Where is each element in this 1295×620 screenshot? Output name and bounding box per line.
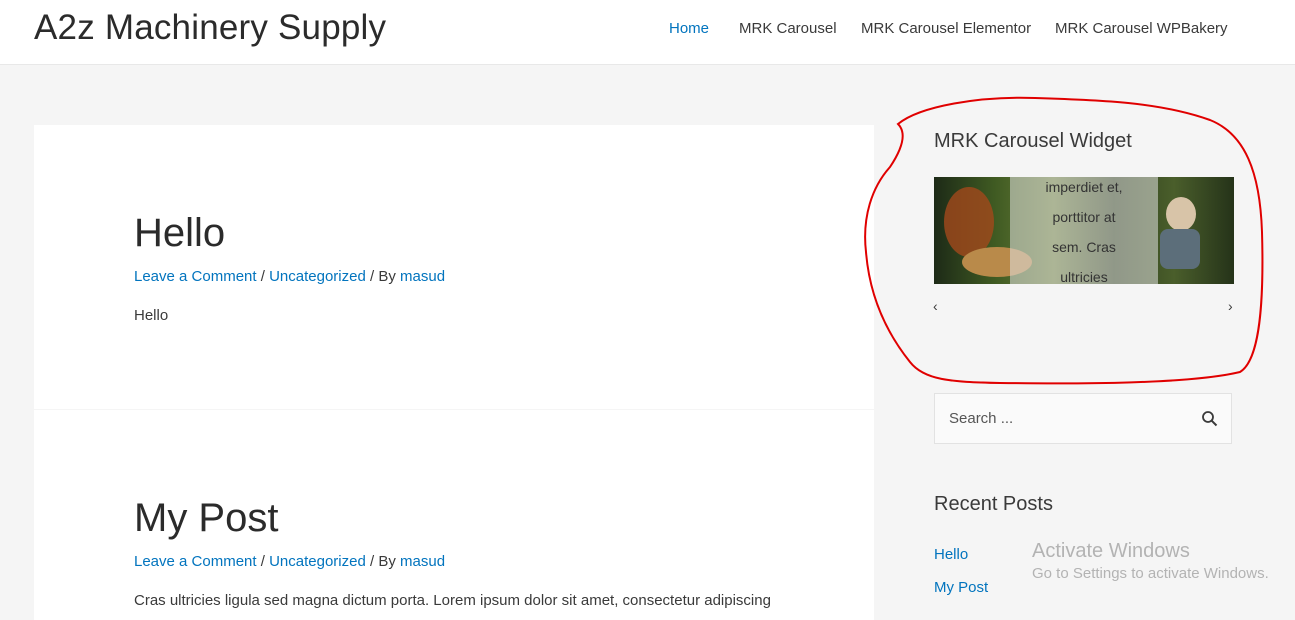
search-input[interactable] — [949, 394, 1189, 443]
nav-item-home[interactable]: Home — [669, 20, 709, 37]
author-link[interactable]: masud — [400, 268, 445, 285]
nav-item-mrk-carousel-wpbakery[interactable]: MRK Carousel WPBakery — [1055, 20, 1228, 37]
post-excerpt: Cras ultricies ligula sed magna dictum p… — [134, 592, 771, 609]
meta-separator: / — [256, 268, 270, 285]
site-header: A2z Machinery Supply Home MRK Carousel M… — [0, 0, 1295, 65]
primary-nav: Home MRK Carousel MRK Carousel Elementor… — [0, 20, 1295, 40]
post-card: Hello Leave a Comment / Uncategorized / … — [34, 125, 874, 409]
category-link[interactable]: Uncategorized — [269, 553, 366, 570]
post-excerpt: Hello — [134, 307, 169, 324]
post-title[interactable]: My Post — [134, 496, 278, 541]
recent-post-link[interactable]: Hello — [934, 546, 968, 563]
comment-link[interactable]: Leave a Comment — [134, 553, 257, 570]
comment-link[interactable]: Leave a Comment — [134, 268, 257, 285]
recent-posts-title: Recent Posts — [934, 493, 1053, 515]
search-icon[interactable] — [1201, 410, 1219, 428]
post-meta: Leave a Comment / Uncategorized / By mas… — [134, 553, 445, 570]
meta-by: / By — [365, 553, 401, 570]
post-meta: Leave a Comment / Uncategorized / By mas… — [134, 268, 445, 285]
nav-item-mrk-carousel[interactable]: MRK Carousel — [739, 20, 837, 37]
search-form — [934, 393, 1232, 444]
author-link[interactable]: masud — [400, 553, 445, 570]
activate-windows-subtitle: Go to Settings to activate Windows. — [1032, 565, 1269, 582]
category-link[interactable]: Uncategorized — [269, 268, 366, 285]
post-card: My Post Leave a Comment / Uncategorized … — [34, 410, 874, 620]
meta-separator: / — [256, 553, 270, 570]
nav-item-mrk-carousel-elementor[interactable]: MRK Carousel Elementor — [861, 20, 1031, 37]
activate-windows-title: Activate Windows — [1032, 540, 1190, 562]
recent-post-link[interactable]: My Post — [934, 579, 988, 596]
meta-by: / By — [365, 268, 401, 285]
annotation-circle — [864, 96, 1264, 385]
post-title[interactable]: Hello — [134, 211, 225, 256]
